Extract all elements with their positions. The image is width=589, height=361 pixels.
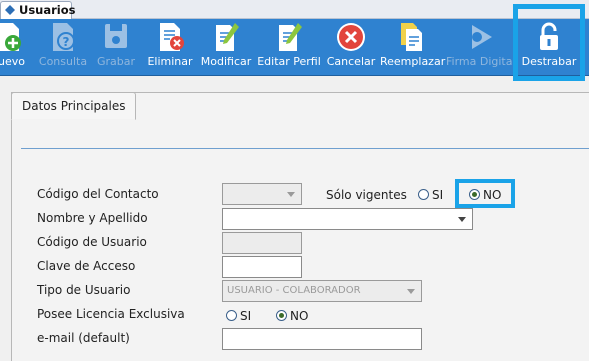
save-disk-icon bbox=[105, 24, 127, 48]
reemplazar-button[interactable]: Reemplazar bbox=[380, 19, 446, 76]
licencia-no-radio[interactable]: NO bbox=[276, 309, 308, 323]
radio-selected-icon bbox=[276, 310, 287, 321]
editar-perfil-label: Editar Perfil bbox=[257, 55, 321, 68]
firma-digital-button[interactable]: Firma Digital bbox=[446, 19, 516, 76]
grabar-label: Grabar bbox=[96, 55, 136, 68]
nuevo-button[interactable]: uevo bbox=[0, 19, 26, 76]
section-divider bbox=[21, 148, 589, 149]
solo-vigentes-si-label: SI bbox=[432, 188, 444, 202]
chevron-down-icon bbox=[407, 289, 415, 294]
tipo-usuario-value: USUARIO - COLABORADOR bbox=[227, 285, 361, 296]
destrabar-highlight-frame bbox=[513, 4, 585, 81]
email-default-label: e-mail (default) bbox=[37, 331, 130, 345]
chevron-down-icon bbox=[458, 217, 466, 222]
radio-unselected-icon bbox=[418, 189, 429, 200]
new-document-icon bbox=[0, 23, 21, 51]
chevron-down-icon bbox=[287, 192, 295, 197]
edit-profile-icon bbox=[279, 23, 302, 51]
cancelar-label: Cancelar bbox=[326, 55, 376, 68]
codigo-usuario-label: Código de Usuario bbox=[37, 235, 147, 249]
nuevo-label: uevo bbox=[0, 55, 25, 68]
clave-acceso-field[interactable] bbox=[222, 256, 302, 278]
app-icon bbox=[5, 5, 15, 15]
tipo-usuario-select[interactable]: USUARIO - COLABORADOR bbox=[222, 280, 422, 302]
window-tab-title: Usuarios bbox=[19, 3, 76, 17]
eliminar-button[interactable]: Eliminar bbox=[144, 19, 196, 76]
consulta-label: Consulta bbox=[38, 55, 88, 68]
edit-document-icon bbox=[216, 23, 239, 51]
delete-document-icon bbox=[160, 23, 184, 51]
modificar-button[interactable]: Modificar bbox=[199, 19, 253, 76]
solo-vigentes-si-radio[interactable]: SI bbox=[418, 188, 443, 202]
grabar-button[interactable]: Grabar bbox=[92, 19, 140, 76]
email-default-field[interactable] bbox=[222, 328, 422, 350]
nombre-apellido-combo[interactable] bbox=[222, 208, 473, 230]
toolbar: uevo ? Consulta Grabar Eliminar Modifica… bbox=[0, 19, 589, 76]
no-option-highlight-frame bbox=[455, 179, 515, 208]
modificar-label: Modificar bbox=[200, 55, 252, 68]
query-icon: ? bbox=[53, 23, 75, 51]
licencia-exclusiva-label: Posee Licencia Exclusiva bbox=[37, 307, 185, 321]
licencia-si-label: SI bbox=[240, 309, 252, 323]
firma-digital-label: Firma Digital bbox=[446, 55, 516, 68]
digital-signature-icon bbox=[472, 25, 492, 49]
reemplazar-label: Reemplazar bbox=[380, 55, 446, 68]
codigo-contacto-select[interactable] bbox=[222, 183, 302, 205]
licencia-no-label: NO bbox=[290, 309, 309, 323]
radio-unselected-icon bbox=[226, 310, 237, 321]
nombre-apellido-label: Nombre y Apellido bbox=[37, 211, 148, 225]
window-tab-strip: Usuarios bbox=[0, 0, 589, 19]
clave-acceso-label: Clave de Acceso bbox=[37, 259, 136, 273]
replace-document-icon bbox=[401, 23, 422, 51]
svg-text:?: ? bbox=[63, 35, 70, 49]
editar-perfil-button[interactable]: Editar Perfil bbox=[256, 19, 322, 76]
cancelar-button[interactable]: Cancelar bbox=[324, 19, 378, 76]
tab-datos-principales[interactable]: Datos Principales bbox=[11, 92, 136, 120]
eliminar-label: Eliminar bbox=[147, 55, 193, 68]
solo-vigentes-label: Sólo vigentes bbox=[326, 188, 407, 202]
tipo-usuario-label: Tipo de Usuario bbox=[37, 283, 131, 297]
cancel-icon bbox=[337, 23, 365, 51]
window-tab-usuarios[interactable]: Usuarios bbox=[0, 1, 76, 19]
codigo-contacto-label: Código del Contacto bbox=[37, 187, 159, 201]
licencia-si-radio[interactable]: SI bbox=[226, 309, 251, 323]
consulta-button[interactable]: ? Consulta bbox=[36, 19, 90, 76]
codigo-usuario-field[interactable] bbox=[222, 232, 302, 254]
